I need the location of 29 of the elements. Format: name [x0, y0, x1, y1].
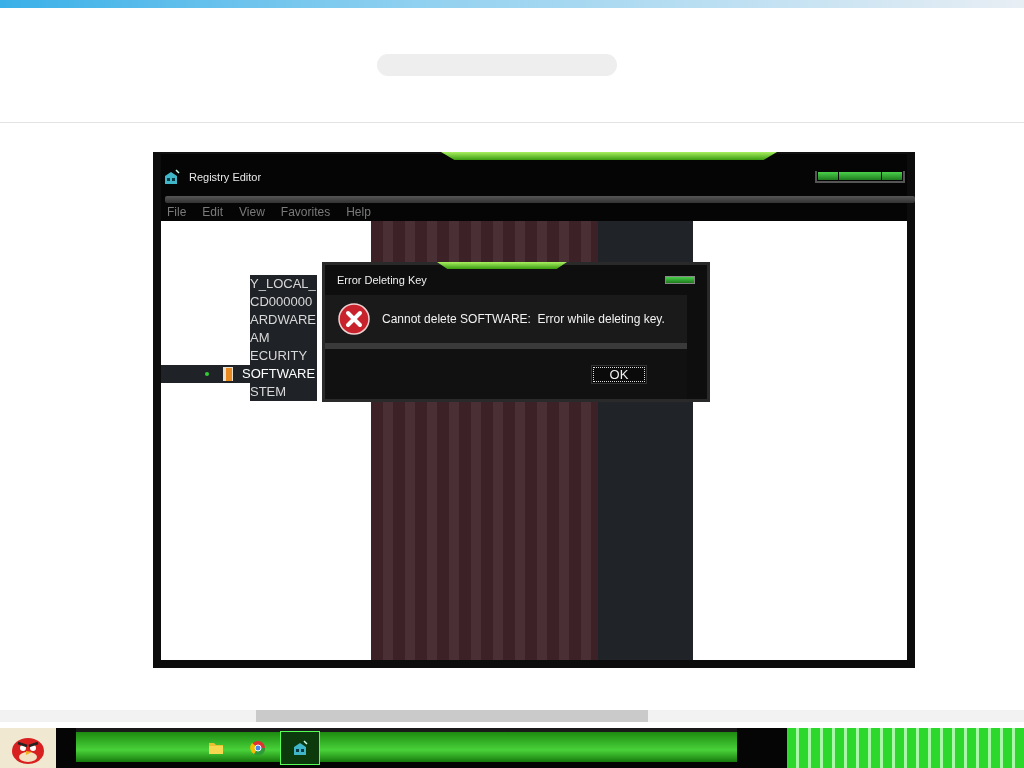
minimize-button[interactable] [818, 172, 838, 180]
error-message: Cannot delete SOFTWARE: Error while deleting key. [382, 312, 665, 326]
tree-item[interactable]: SOFTWARE [161, 365, 317, 383]
tree-item[interactable]: CD000000 [161, 293, 317, 311]
ok-button[interactable]: OK [591, 364, 647, 384]
dot-icon [205, 372, 209, 376]
menu-item[interactable]: Edit [202, 205, 224, 219]
registry-icon [163, 168, 181, 186]
close-button[interactable] [665, 276, 695, 284]
tree-item[interactable]: ECURITY [161, 347, 317, 365]
window-title: Registry Editor [189, 171, 262, 183]
close-button[interactable] [882, 172, 902, 180]
error-icon [338, 303, 370, 335]
scrollbar-thumb[interactable] [256, 710, 648, 722]
globe-icon [249, 738, 267, 758]
menu-item[interactable]: Favorites [280, 205, 331, 219]
taskbar-button[interactable] [280, 731, 320, 765]
tree-item[interactable]: STEM [161, 383, 317, 401]
menu-item[interactable]: Help [346, 205, 371, 219]
tree-item[interactable]: AM [161, 329, 317, 347]
start-button[interactable] [0, 728, 56, 768]
folder-icon [222, 366, 234, 382]
maximize-button[interactable] [839, 172, 881, 180]
tree-item[interactable]: ARDWARE [161, 311, 317, 329]
dialog-title: Error Deleting Key [337, 274, 427, 286]
menu-item[interactable]: View [239, 205, 265, 219]
registry-icon [291, 738, 309, 758]
tree-item[interactable]: Y_LOCAL_ [161, 275, 317, 293]
menu-item[interactable]: File [167, 205, 187, 219]
